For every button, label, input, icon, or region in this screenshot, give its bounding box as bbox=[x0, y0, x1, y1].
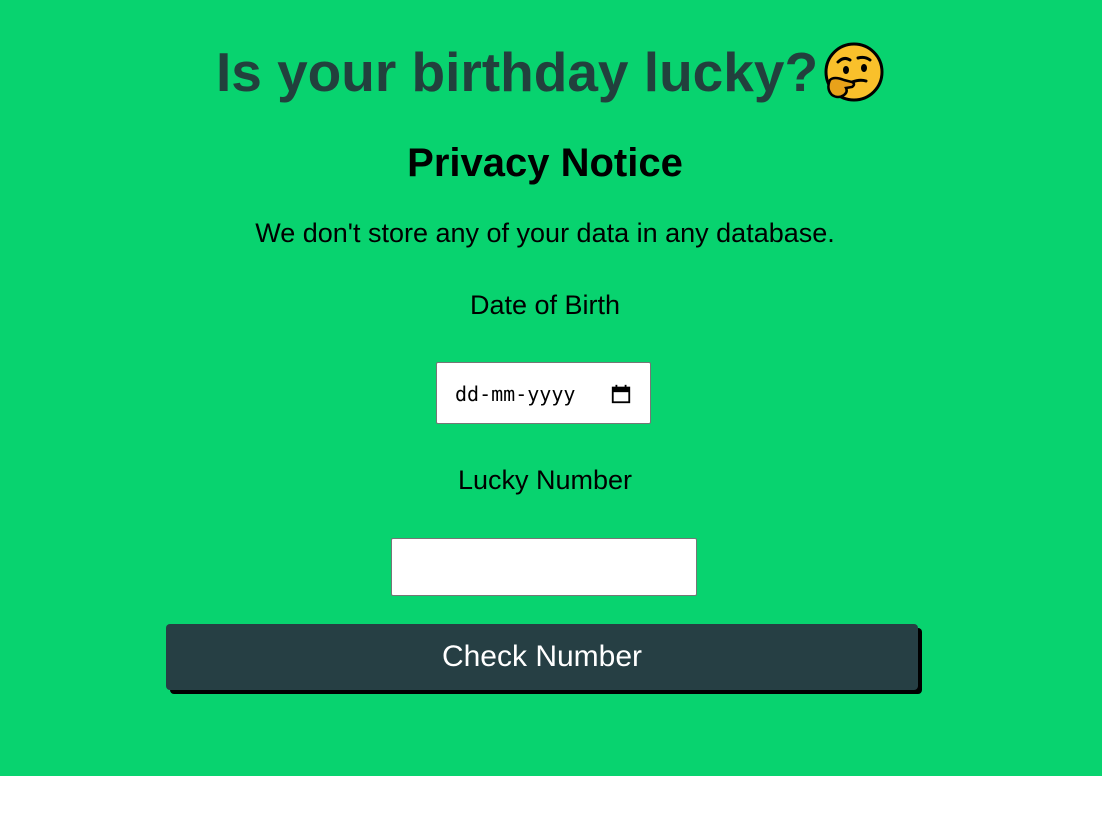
page-title-text: Is your birthday lucky? bbox=[215, 41, 819, 103]
calendar-icon[interactable] bbox=[610, 383, 632, 405]
page-title: Is your birthday lucky? bbox=[0, 38, 1102, 106]
dob-input[interactable]: dd-mm-yyyy bbox=[436, 362, 651, 424]
check-number-button[interactable]: Check Number bbox=[166, 624, 918, 690]
dob-label: Date of Birth bbox=[469, 290, 621, 320]
lucky-number-label: Lucky Number bbox=[457, 465, 633, 495]
privacy-heading: Privacy Notice bbox=[407, 141, 683, 185]
lucky-number-input[interactable] bbox=[391, 538, 697, 596]
dob-placeholder: dd-mm-yyyy bbox=[455, 382, 576, 406]
privacy-text: We don't store any of your data in any d… bbox=[255, 218, 835, 248]
thinking-face-icon bbox=[824, 42, 884, 102]
